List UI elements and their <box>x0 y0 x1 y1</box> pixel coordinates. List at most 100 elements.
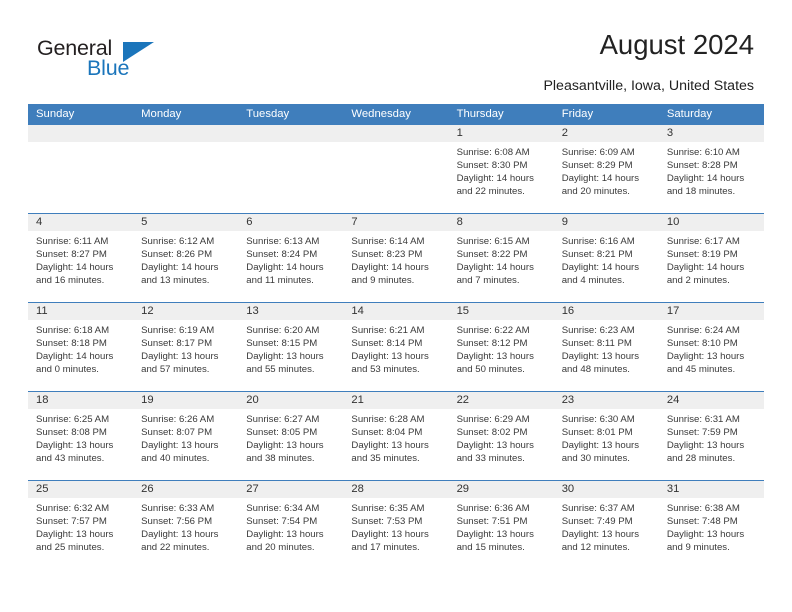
day-number: 24 <box>666 394 680 406</box>
general-blue-logo[interactable]: General Blue <box>37 36 227 88</box>
calendar-day-cell[interactable]: 7 Sunrise: 6:14 AM Sunset: 8:23 PM Daylight… <box>343 214 449 302</box>
day-number: 31 <box>666 483 680 495</box>
day-number-band: 18 <box>28 392 134 409</box>
day-details: Sunrise: 6:16 AM Sunset: 8:21 PM Daylight:… <box>554 231 659 287</box>
day-number: 12 <box>141 305 154 317</box>
sunrise-time: Sunrise: 6:13 AM <box>246 236 320 247</box>
day-number-band: 25 <box>28 481 134 498</box>
day-number: 29 <box>456 483 470 495</box>
day-number-band: 30 <box>553 481 659 498</box>
daylight-duration-line1: Daylight: 13 hours <box>141 529 219 541</box>
daylight-duration-line2: and 25 minutes. <box>36 542 105 554</box>
calendar-day-cell[interactable]: 14 Sunrise: 6:21 AM Sunset: 8:14 PM Dayligh… <box>343 303 449 391</box>
calendar-week-row: 1 Sunrise: 6:08 AM Sunset: 8:30 PM Daylight… <box>28 125 764 213</box>
calendar-cell-empty <box>28 125 134 213</box>
day-number: 10 <box>666 216 680 228</box>
calendar-cell-empty <box>238 125 344 213</box>
calendar-day-cell[interactable]: 23 Sunrise: 6:30 AM Sunset: 8:01 PM Dayligh… <box>553 392 659 480</box>
calendar-day-cell[interactable]: 16 Sunrise: 6:23 AM Sunset: 8:11 PM Dayligh… <box>553 303 659 391</box>
sunrise-time: Sunrise: 6:36 AM <box>456 503 530 514</box>
day-number-band: 16 <box>553 303 659 320</box>
calendar-day-cell[interactable]: 6 Sunrise: 6:13 AM Sunset: 8:24 PM Daylight… <box>238 214 344 302</box>
day-number-band: 20 <box>238 392 344 409</box>
sunset-time: Sunset: 8:07 PM <box>141 427 213 439</box>
calendar-day-cell[interactable]: 29 Sunrise: 6:36 AM Sunset: 7:51 PM Dayligh… <box>448 481 554 569</box>
page-header: General Blue August 2024 Pleasantville, … <box>0 0 792 104</box>
daylight-duration-line2: and 40 minutes. <box>141 453 210 465</box>
daylight-duration-line2: and 11 minutes. <box>246 275 314 287</box>
day-number-band: 9 <box>553 214 659 231</box>
calendar-day-cell[interactable]: 18 Sunrise: 6:25 AM Sunset: 8:08 PM Dayligh… <box>28 392 134 480</box>
sunrise-time: Sunrise: 6:23 AM <box>561 325 635 336</box>
daylight-duration-line1: Daylight: 14 hours <box>666 173 745 185</box>
day-number: 16 <box>561 305 575 317</box>
day-number: 25 <box>36 483 49 495</box>
daylight-duration-line2: and 20 minutes. <box>246 542 315 554</box>
calendar-day-cell[interactable]: 1 Sunrise: 6:08 AM Sunset: 8:30 PM Daylight… <box>448 125 554 213</box>
calendar-week-row: 25 Sunrise: 6:32 AM Sunset: 7:57 PM Dayligh… <box>28 480 764 569</box>
calendar-day-cell[interactable]: 11 Sunrise: 6:18 AM Sunset: 8:18 PM Dayligh… <box>28 303 134 391</box>
daylight-duration-line2: and 38 minutes. <box>246 453 315 465</box>
calendar-day-cell[interactable]: 21 Sunrise: 6:28 AM Sunset: 8:04 PM Dayligh… <box>343 392 449 480</box>
day-details: Sunrise: 6:10 AM Sunset: 8:28 PM Daylight:… <box>659 142 764 198</box>
calendar-day-cell[interactable]: 31 Sunrise: 6:38 AM Sunset: 7:48 PM Dayligh… <box>658 481 764 569</box>
day-number-band: 12 <box>133 303 239 320</box>
calendar-day-cell[interactable]: 3 Sunrise: 6:10 AM Sunset: 8:28 PM Daylight… <box>658 125 764 213</box>
sunrise-time: Sunrise: 6:20 AM <box>246 325 320 336</box>
sunrise-time: Sunrise: 6:31 AM <box>666 414 740 425</box>
sunset-time: Sunset: 8:01 PM <box>561 427 633 439</box>
calendar-day-cell[interactable]: 12 Sunrise: 6:19 AM Sunset: 8:17 PM Dayligh… <box>133 303 239 391</box>
calendar-day-cell[interactable]: 5 Sunrise: 6:12 AM Sunset: 8:26 PM Daylight… <box>133 214 239 302</box>
sunrise-time: Sunrise: 6:12 AM <box>141 236 215 247</box>
calendar-day-cell[interactable]: 27 Sunrise: 6:34 AM Sunset: 7:54 PM Dayligh… <box>238 481 344 569</box>
day-details: Sunrise: 6:29 AM Sunset: 8:02 PM Daylight:… <box>449 409 554 465</box>
calendar-day-cell[interactable]: 24 Sunrise: 6:31 AM Sunset: 7:59 PM Dayligh… <box>658 392 764 480</box>
sunrise-time: Sunrise: 6:10 AM <box>666 147 740 158</box>
sunset-time: Sunset: 8:26 PM <box>141 249 213 261</box>
daylight-duration-line2: and 53 minutes. <box>351 364 420 376</box>
calendar-day-cell[interactable]: 25 Sunrise: 6:32 AM Sunset: 7:57 PM Dayligh… <box>28 481 134 569</box>
calendar-day-cell[interactable]: 8 Sunrise: 6:15 AM Sunset: 8:22 PM Daylight… <box>448 214 554 302</box>
calendar-day-cell[interactable]: 28 Sunrise: 6:35 AM Sunset: 7:53 PM Dayligh… <box>343 481 449 569</box>
calendar-day-cell[interactable]: 2 Sunrise: 6:09 AM Sunset: 8:29 PM Daylight… <box>553 125 659 213</box>
calendar-day-cell[interactable]: 26 Sunrise: 6:33 AM Sunset: 7:56 PM Dayligh… <box>133 481 239 569</box>
calendar-day-cell[interactable]: 30 Sunrise: 6:37 AM Sunset: 7:49 PM Dayligh… <box>553 481 659 569</box>
day-number-band: 13 <box>238 303 344 320</box>
weekday-header-sunday: Sunday <box>36 108 75 120</box>
sunset-time: Sunset: 8:19 PM <box>666 249 738 261</box>
calendar-day-cell[interactable]: 17 Sunrise: 6:24 AM Sunset: 8:10 PM Dayligh… <box>658 303 764 391</box>
sunset-time: Sunset: 8:15 PM <box>246 338 318 350</box>
calendar-day-cell[interactable]: 9 Sunrise: 6:16 AM Sunset: 8:21 PM Daylight… <box>553 214 659 302</box>
day-number-band: 26 <box>133 481 239 498</box>
calendar-cell-empty <box>343 125 449 213</box>
daylight-duration-line1: Daylight: 13 hours <box>246 440 324 452</box>
daylight-duration-line1: Daylight: 14 hours <box>36 351 114 363</box>
sunrise-time: Sunrise: 6:35 AM <box>351 503 425 514</box>
calendar-day-cell[interactable]: 19 Sunrise: 6:26 AM Sunset: 8:07 PM Dayligh… <box>133 392 239 480</box>
day-number: 7 <box>351 216 358 228</box>
sunrise-time: Sunrise: 6:27 AM <box>246 414 320 425</box>
page-title: August 2024 <box>599 29 754 60</box>
calendar-day-cell[interactable]: 22 Sunrise: 6:29 AM Sunset: 8:02 PM Dayligh… <box>448 392 554 480</box>
daylight-duration-line2: and 57 minutes. <box>141 364 210 376</box>
daylight-duration-line2: and 16 minutes. <box>36 275 105 287</box>
calendar-week-row: 11 Sunrise: 6:18 AM Sunset: 8:18 PM Dayligh… <box>28 302 764 391</box>
day-number: 18 <box>36 394 49 406</box>
day-details: Sunrise: 6:15 AM Sunset: 8:22 PM Daylight:… <box>449 231 554 287</box>
logo-text-blue: Blue <box>87 56 130 80</box>
daylight-duration-line1: Daylight: 14 hours <box>351 262 429 274</box>
calendar-day-cell[interactable]: 4 Sunrise: 6:11 AM Sunset: 8:27 PM Daylight… <box>28 214 134 302</box>
calendar-day-cell[interactable]: 13 Sunrise: 6:20 AM Sunset: 8:15 PM Dayligh… <box>238 303 344 391</box>
day-number-band <box>238 125 344 142</box>
sunset-time: Sunset: 7:56 PM <box>141 516 213 528</box>
day-number: 8 <box>456 216 463 228</box>
calendar-day-cell[interactable]: 20 Sunrise: 6:27 AM Sunset: 8:05 PM Dayligh… <box>238 392 344 480</box>
day-number-band: 15 <box>448 303 554 320</box>
calendar-day-cell[interactable]: 15 Sunrise: 6:22 AM Sunset: 8:12 PM Dayligh… <box>448 303 554 391</box>
day-number-band: 17 <box>658 303 764 320</box>
calendar-week-row: 4 Sunrise: 6:11 AM Sunset: 8:27 PM Daylight… <box>28 213 764 302</box>
calendar-day-cell[interactable]: 10 Sunrise: 6:17 AM Sunset: 8:19 PM Dayligh… <box>658 214 764 302</box>
day-number-band: 31 <box>658 481 764 498</box>
daylight-duration-line1: Daylight: 13 hours <box>36 529 114 541</box>
sunrise-time: Sunrise: 6:37 AM <box>561 503 635 514</box>
